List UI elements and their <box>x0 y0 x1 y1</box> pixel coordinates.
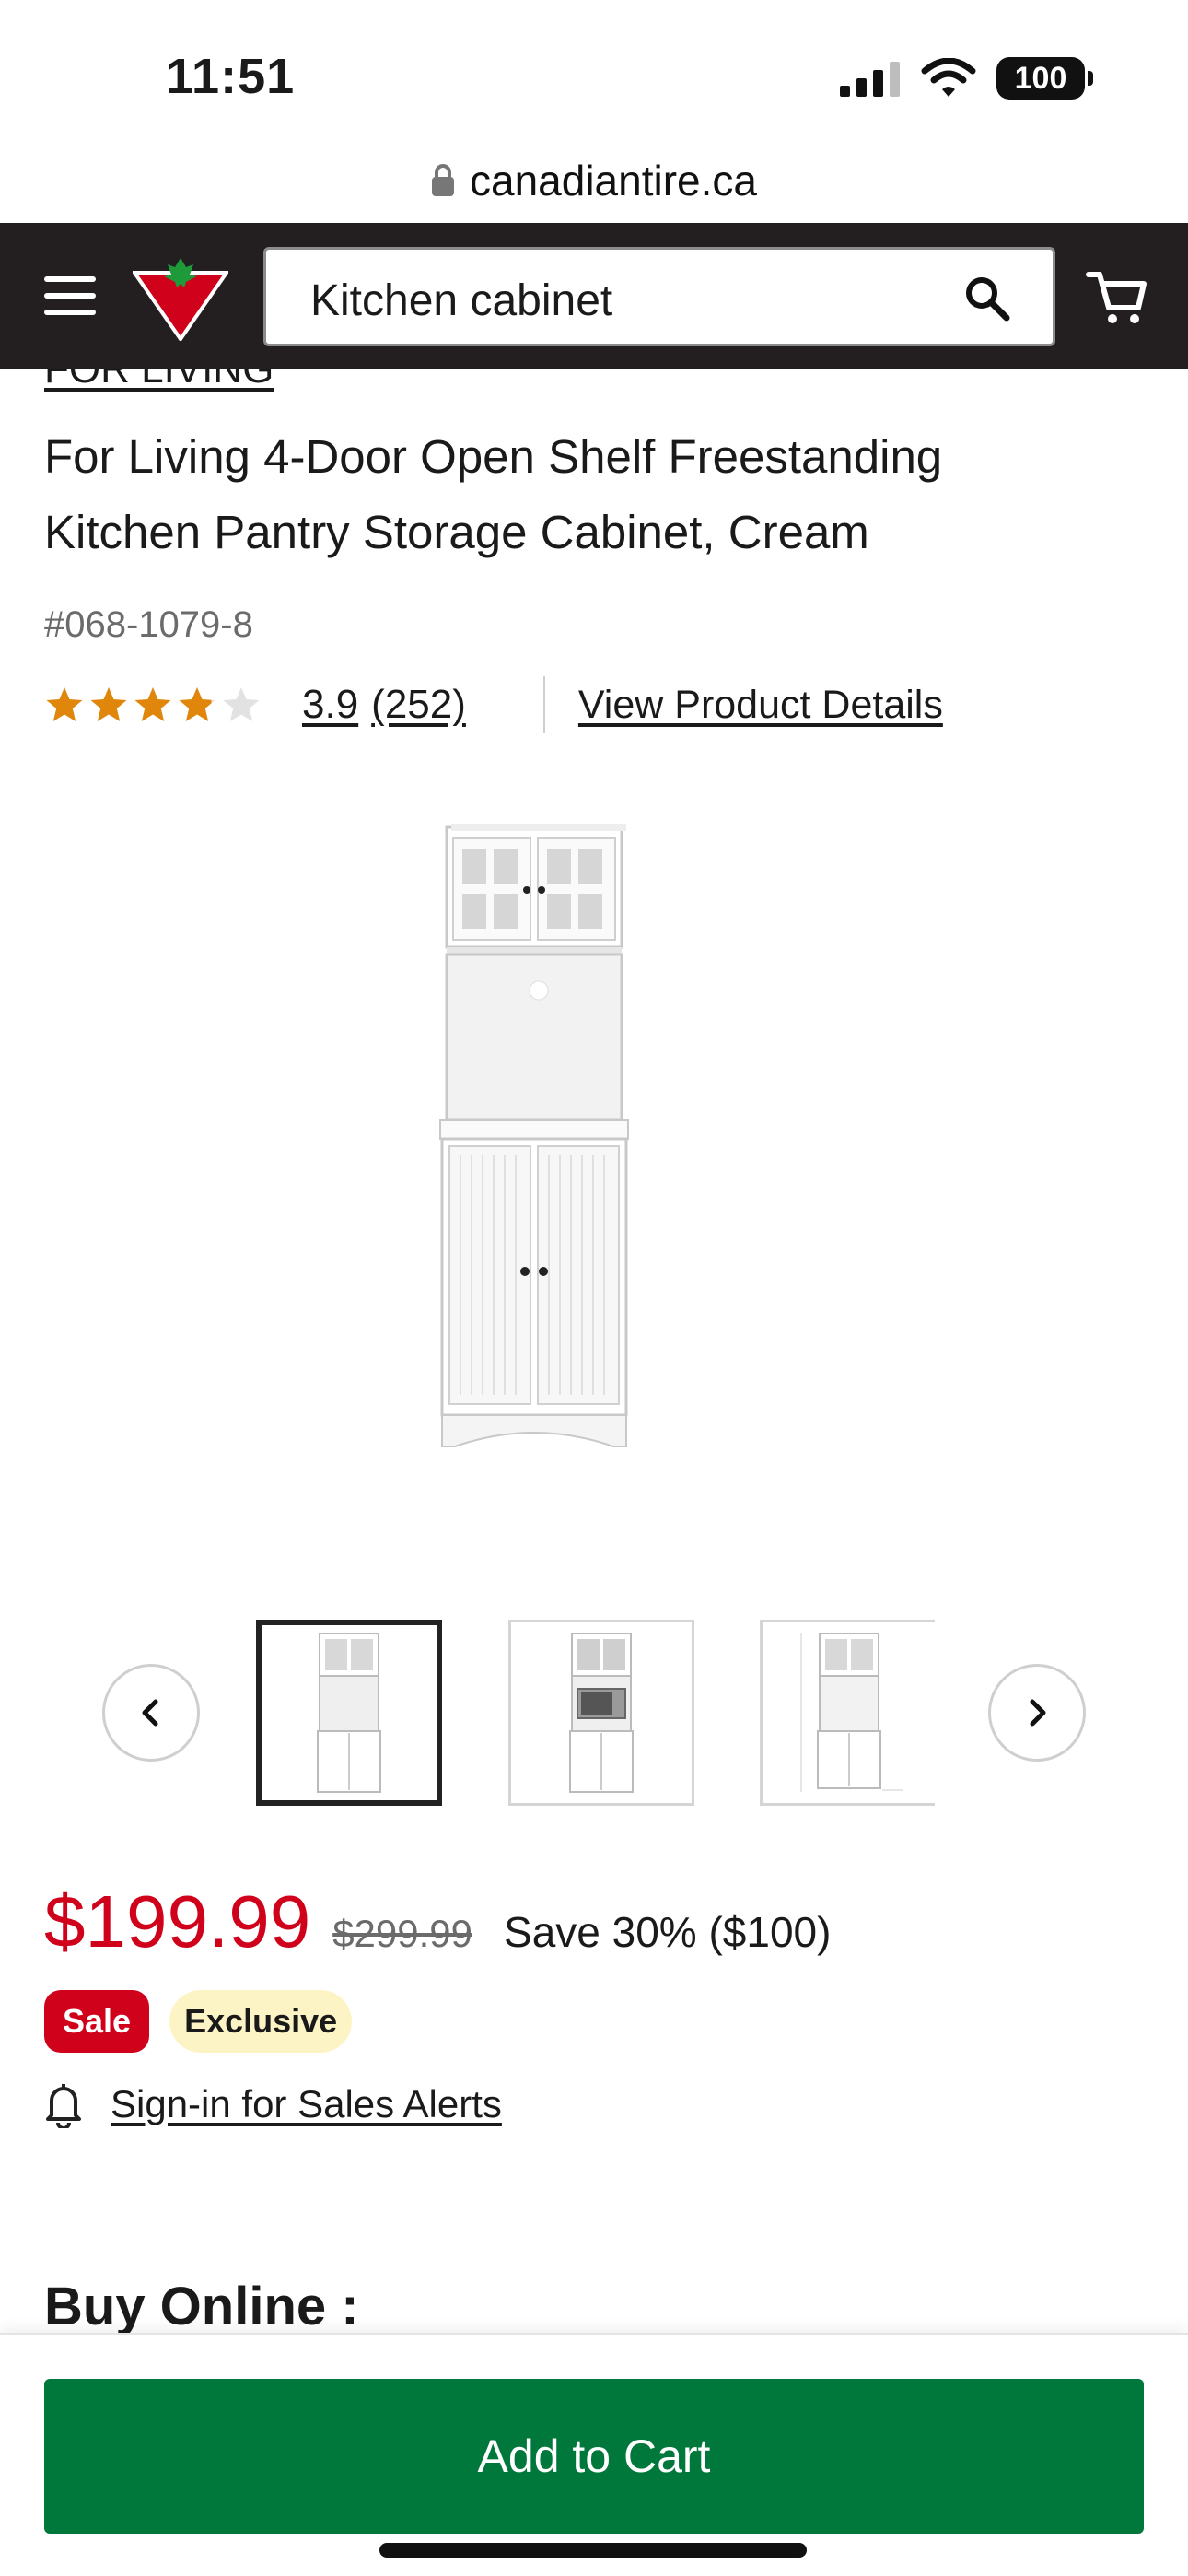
chevron-right-icon <box>1030 1699 1046 1727</box>
view-product-details-link[interactable]: View Product Details <box>578 683 943 728</box>
wifi-icon <box>921 58 976 97</box>
star-rating <box>44 685 262 724</box>
product-title-line-1: For Living 4-Door Open Shelf Freestandin… <box>44 430 943 483</box>
gallery-thumbnail[interactable] <box>760 1620 935 1806</box>
sale-price: $199.99 <box>44 1880 311 1962</box>
site-header: Kitchen cabinet <box>0 223 1188 369</box>
url-text: canadiantire.ca <box>470 157 757 205</box>
cellular-signal-icon <box>840 62 900 97</box>
sale-badge: Sale <box>44 1990 150 2053</box>
battery-icon: 100 <box>996 57 1093 100</box>
search-icon[interactable] <box>962 274 1012 323</box>
add-to-cart-button[interactable]: Add to Cart <box>44 2379 1144 2534</box>
star-icon <box>46 687 83 721</box>
thumbnail-cabinet-front <box>317 1633 381 1793</box>
gallery-thumbnail[interactable] <box>256 1620 442 1806</box>
home-indicator[interactable] <box>379 2543 807 2558</box>
exclusive-badge: Exclusive <box>169 1990 353 2053</box>
product-sku: #068-1079-8 <box>44 604 253 645</box>
sign-in-sales-alerts-link[interactable]: Sign-in for Sales Alerts <box>111 2082 502 2126</box>
savings-text: Save 30% ($100) <box>504 1908 832 1956</box>
star-icon <box>179 687 215 721</box>
canadian-tire-logo[interactable] <box>133 254 228 341</box>
search-input[interactable]: Kitchen cabinet <box>263 247 1055 346</box>
gallery-prev-button[interactable] <box>102 1664 200 1762</box>
star-icon <box>90 687 127 721</box>
hamburger-menu-icon[interactable] <box>41 269 99 322</box>
gallery-thumbnail[interactable] <box>508 1620 694 1806</box>
badge-row: Sale Exclusive <box>44 1990 353 2053</box>
cart-icon[interactable] <box>1085 263 1149 328</box>
sales-alert-row: Sign-in for Sales Alerts <box>44 2080 502 2128</box>
review-count-link[interactable]: (252) <box>371 682 466 728</box>
sticky-footer: Add to Cart <box>0 2333 1188 2576</box>
buy-online-heading: Buy Online : <box>44 2277 359 2336</box>
chevron-left-icon <box>142 1699 158 1727</box>
lock-icon <box>432 164 454 196</box>
thumbnail-cabinet-dimensions <box>800 1633 903 1792</box>
rating-divider <box>542 676 545 733</box>
brand-link[interactable]: FOR LIVING <box>44 369 274 398</box>
rating-row: 3.9 (252) View Product Details <box>44 676 943 733</box>
rating-value[interactable]: 3.9 <box>302 682 358 728</box>
search-query: Kitchen cabinet <box>310 276 613 325</box>
bell-icon <box>46 2084 81 2128</box>
battery-level: 100 <box>1014 60 1067 96</box>
brand-link-wrapper: FOR LIVING <box>0 369 1188 409</box>
status-bar: 11:51 100 <box>0 0 1188 138</box>
star-icon <box>134 687 171 721</box>
product-main-image[interactable] <box>405 811 774 1566</box>
was-price: $299.99 <box>332 1912 473 1955</box>
gallery-next-button[interactable] <box>988 1664 1086 1762</box>
product-title-line-2: Kitchen Pantry Storage Cabinet, Cream <box>44 506 869 558</box>
status-icons: 100 <box>840 57 1093 100</box>
product-title: For Living 4-Door Open Shelf Freestandin… <box>44 419 1112 570</box>
status-time: 11:51 <box>166 49 296 104</box>
address-bar[interactable]: canadiantire.ca <box>0 138 1188 223</box>
star-icon <box>223 687 260 721</box>
price-row: $199.99 $299.99 Save 30% ($100) <box>44 1879 831 1962</box>
thumbnail-cabinet-with-microwave <box>569 1633 634 1793</box>
